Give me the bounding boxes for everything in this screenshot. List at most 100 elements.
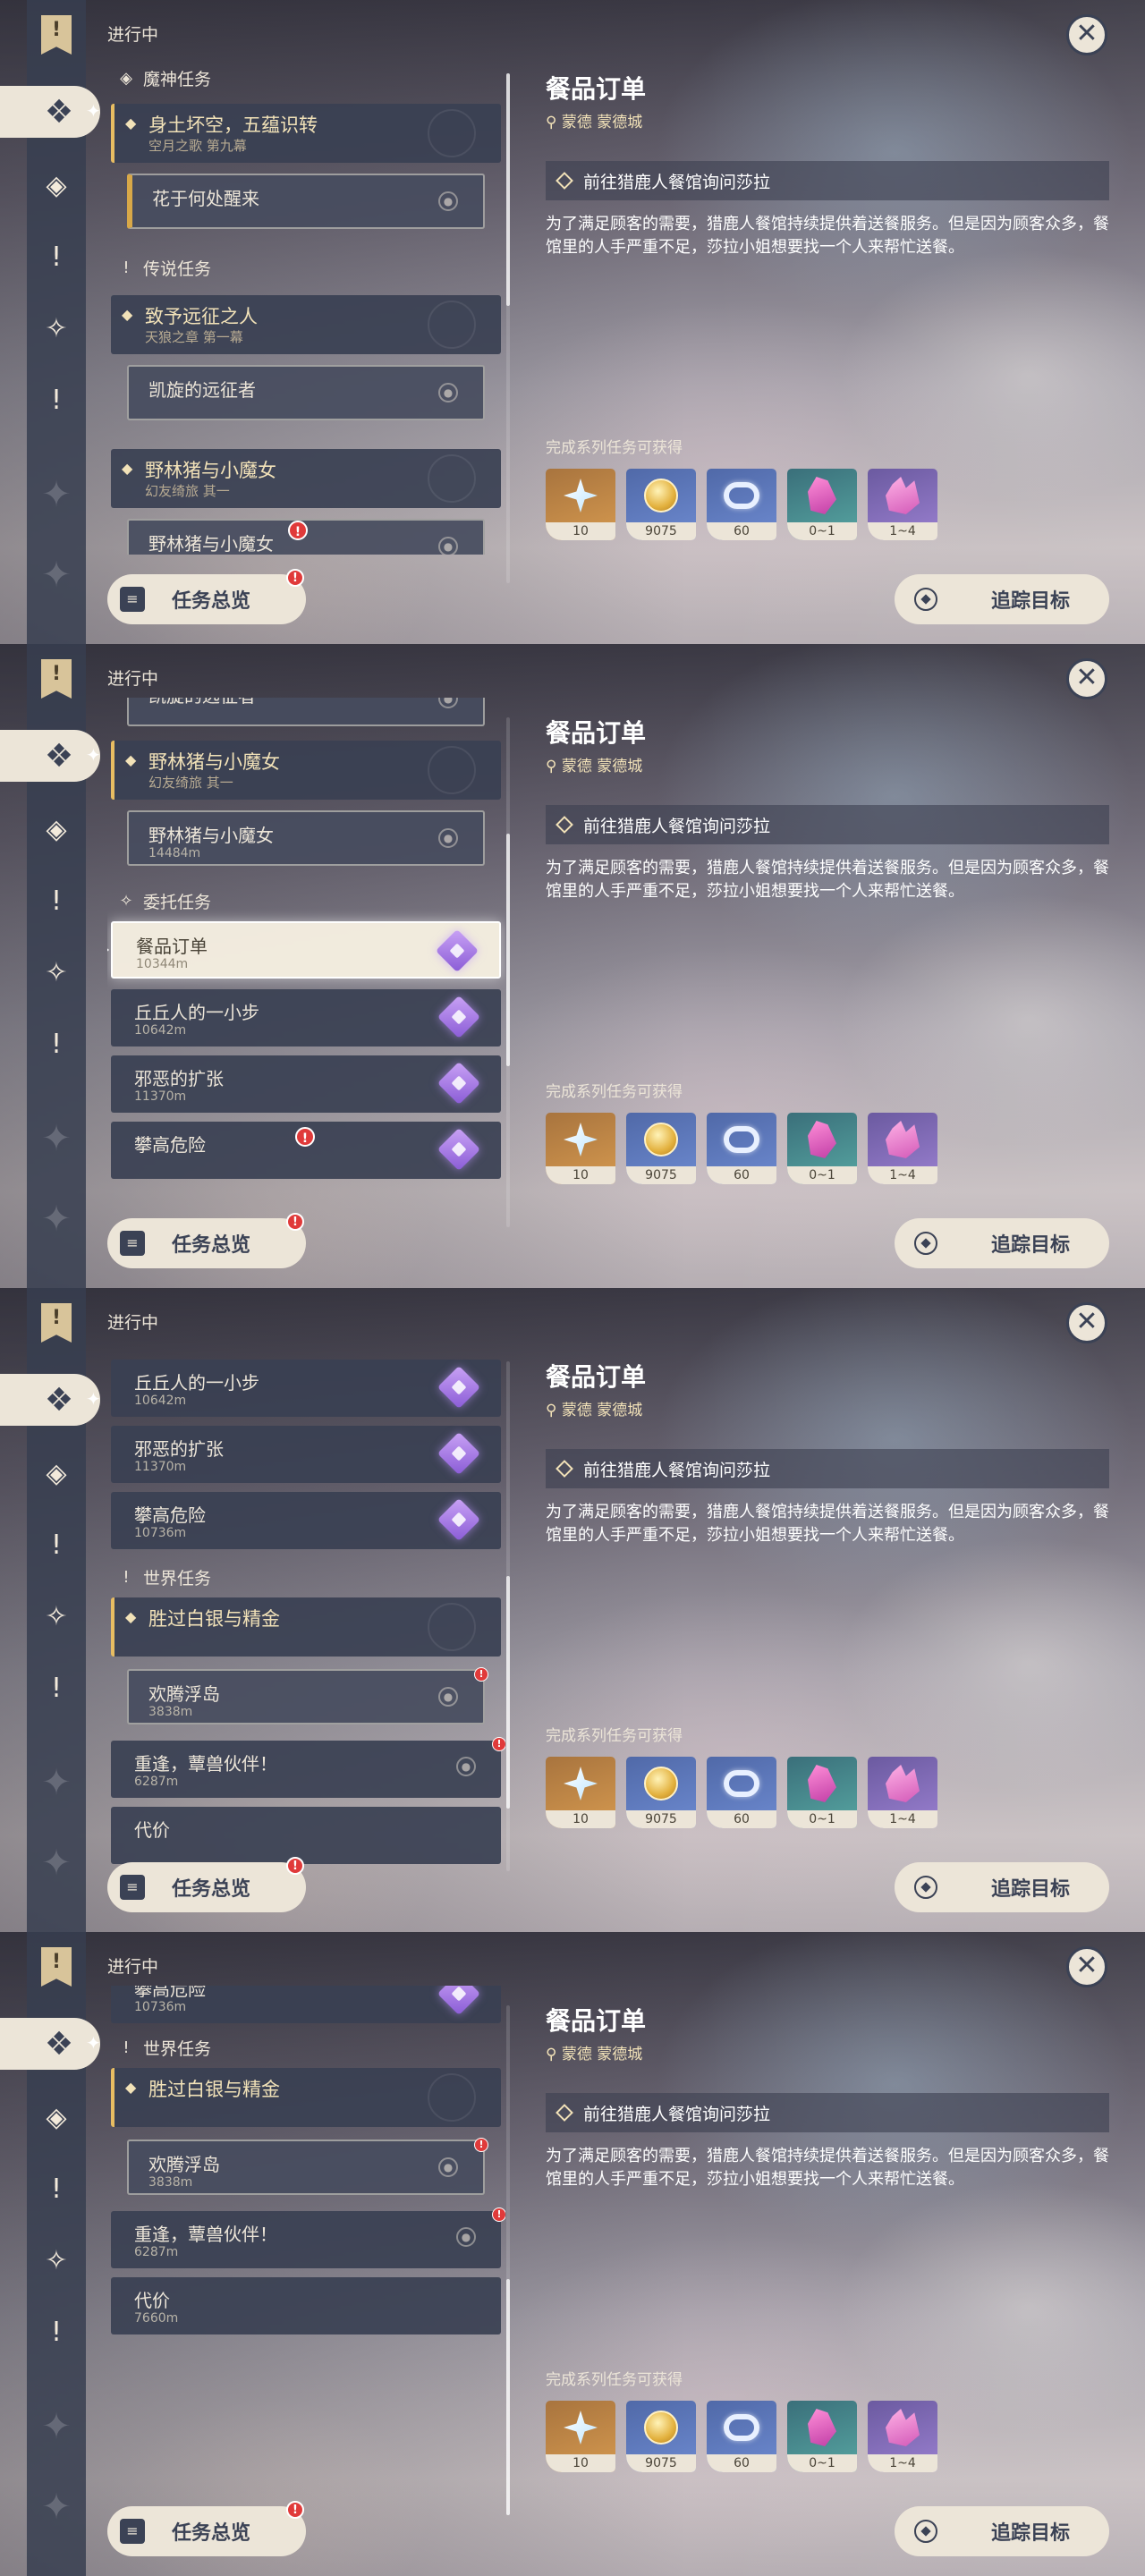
reward-mora[interactable]: 9075 (626, 2401, 696, 2472)
rail-tab-world[interactable]: ! (34, 2309, 79, 2354)
overview-icon: ≡ (120, 1875, 145, 1900)
reward-primogem[interactable]: 10 (546, 469, 615, 540)
quest-group[interactable]: ◆ 胜过白银与精金 (111, 1597, 501, 1657)
quest-item[interactable]: 代价 7660m (111, 2277, 501, 2334)
reward-crystal-cluster[interactable]: 1~4 (868, 469, 937, 540)
quest-group[interactable]: ◆ 致予远征之人 天狼之章 第一幕 (111, 295, 501, 354)
reward-crystal[interactable]: 0~1 (787, 2401, 857, 2472)
location-pin-icon[interactable]: ● (438, 828, 458, 848)
commission-item[interactable]: 攀高危险 ! (111, 1122, 501, 1179)
close-button[interactable]: ✕ (1066, 14, 1107, 55)
location-pin-icon[interactable]: ● (438, 1687, 458, 1707)
rail-tab-story[interactable]: ! (34, 234, 79, 279)
quest-flag-icon[interactable]: ! (34, 1301, 79, 1345)
commission-item[interactable]: 丘丘人的一小步 10642m (111, 1360, 501, 1417)
reward-primogem[interactable]: 10 (546, 1113, 615, 1184)
scroll-thumb[interactable] (506, 73, 510, 306)
quest-list[interactable]: 攀高危险 10736m ! 世界任务 ◆ 胜过白银与精金 欢腾浮岛 3838m ●… (107, 1986, 505, 2522)
reward-crystal-cluster[interactable]: 1~4 (868, 1113, 937, 1184)
location-pin-icon[interactable]: ● (438, 698, 458, 708)
reward-crystal-cluster[interactable]: 1~4 (868, 2401, 937, 2472)
rail-tab-archon[interactable]: ◈ (34, 2095, 79, 2140)
quest-flag-icon[interactable]: ! (34, 657, 79, 701)
quest-item[interactable]: 野林猪与小魔女 14484m ● (127, 810, 485, 866)
quest-group[interactable]: ◆ 胜过白银与精金 (111, 2068, 501, 2127)
quest-item[interactable]: 重逢，蕈兽伙伴！ 6287m ● ! (111, 1737, 505, 1798)
quest-overview-button[interactable]: ≡ 任务总览 ! (107, 569, 306, 624)
reward-crystal[interactable]: 0~1 (787, 469, 857, 540)
rail-tab-archon[interactable]: ◈ (34, 1451, 79, 1496)
location-pin-icon[interactable]: ● (456, 1757, 476, 1776)
commission-item[interactable]: 邪恶的扩张 11370m (111, 1055, 501, 1113)
location-pin-icon[interactable]: ● (438, 2157, 458, 2177)
reward-mora[interactable]: 9075 (626, 469, 696, 540)
rail-tab-story[interactable]: ! (34, 1522, 79, 1567)
rail-tab-world[interactable]: ! (34, 1021, 79, 1066)
rail-tab-world[interactable]: ! (34, 1665, 79, 1710)
scroll-thumb[interactable] (506, 1576, 510, 1809)
track-objective-button[interactable]: 追踪目标 (895, 2506, 1109, 2556)
close-button[interactable]: ✕ (1066, 1302, 1107, 1343)
quest-item[interactable]: 野林猪与小魔女 ● ! (127, 519, 485, 555)
rail-tab-world[interactable]: ! (34, 377, 79, 422)
close-button[interactable]: ✕ (1066, 1946, 1107, 1987)
scrollbar[interactable] (506, 1361, 510, 1871)
rail-tab-story[interactable]: ! (34, 2166, 79, 2211)
quest-overview-button[interactable]: ≡ 任务总览 ! (107, 2501, 306, 2556)
reward-exp[interactable]: 60 (707, 1113, 776, 1184)
quest-list[interactable]: 丘丘人的一小步 10642m 邪恶的扩张 11370m 攀高危险 10736m … (107, 1342, 505, 1878)
location-pin-icon[interactable]: ● (438, 537, 458, 555)
scrollbar[interactable] (506, 717, 510, 1227)
quest-flag-icon[interactable]: ! (34, 1945, 79, 1989)
quest-overview-button[interactable]: ≡ 任务总览 ! (107, 1857, 306, 1912)
location-pin-icon[interactable]: ● (438, 191, 458, 211)
commission-item[interactable]: 邪恶的扩张 11370m (111, 1426, 501, 1483)
rail-tab-commission[interactable]: ✧ (34, 2238, 79, 2283)
quest-group[interactable]: ◆ 身土坏空，五蕴识转 空月之歌 第九幕 (111, 104, 501, 163)
scrollbar[interactable] (506, 73, 510, 583)
commission-item-selected[interactable]: 餐品订单 10344m (107, 921, 501, 979)
reward-exp[interactable]: 60 (707, 1757, 776, 1828)
quest-list[interactable]: ◈ 魔神任务 ◆ 身土坏空，五蕴识转 空月之歌 第九幕 花于何处醒来 ● ! 传说任… (107, 54, 505, 555)
location-pin-icon[interactable]: ● (438, 383, 458, 402)
quest-item[interactable]: 欢腾浮岛 3838m ● ! (127, 2138, 488, 2195)
track-objective-button[interactable]: 追踪目标 (895, 1862, 1109, 1912)
location-pin-icon[interactable]: ● (456, 2227, 476, 2247)
rail-tab-commission[interactable]: ✧ (34, 950, 79, 995)
quest-list[interactable]: 凯旋的远征者 ● ◆ 野林猪与小魔女 幻友绮旅 其一 野林猪与小魔女 14484… (107, 698, 505, 1234)
commission-item[interactable]: 丘丘人的一小步 10642m (111, 989, 501, 1046)
quest-group[interactable]: ◆ 野林猪与小魔女 幻友绮旅 其一 (111, 741, 501, 800)
reward-exp[interactable]: 60 (707, 469, 776, 540)
close-button[interactable]: ✕ (1066, 658, 1107, 699)
track-objective-button[interactable]: 追踪目标 (895, 574, 1109, 624)
reward-mora[interactable]: 9075 (626, 1113, 696, 1184)
scroll-thumb[interactable] (506, 2279, 510, 2515)
scrollbar[interactable] (506, 2005, 510, 2515)
quest-item[interactable]: 重逢，蕈兽伙伴！ 6287m ● ! (111, 2207, 505, 2268)
quest-item[interactable]: 凯旋的远征者 ● (127, 698, 485, 726)
rail-tab-archon[interactable]: ◈ (34, 807, 79, 852)
track-objective-button[interactable]: 追踪目标 (895, 1218, 1109, 1268)
quest-flag-icon[interactable]: ! (34, 13, 79, 57)
rail-tab-archon[interactable]: ◈ (34, 163, 79, 208)
quest-item[interactable]: 凯旋的远征者 ● (127, 365, 485, 420)
emblem-icon (428, 109, 476, 157)
quest-item[interactable]: 代价 (111, 1807, 501, 1864)
scroll-thumb[interactable] (506, 834, 510, 1066)
reward-crystal[interactable]: 0~1 (787, 1757, 857, 1828)
quest-group[interactable]: ◆ 野林猪与小魔女 幻友绮旅 其一 (111, 449, 501, 508)
rail-tab-story[interactable]: ! (34, 878, 79, 923)
reward-primogem[interactable]: 10 (546, 2401, 615, 2472)
commission-item[interactable]: 攀高危险 10736m (111, 1492, 501, 1549)
quest-item[interactable]: 欢腾浮岛 3838m ● ! (127, 1667, 488, 1724)
reward-mora[interactable]: 9075 (626, 1757, 696, 1828)
commission-item[interactable]: 攀高危险 10736m (111, 1986, 501, 2023)
reward-crystal[interactable]: 0~1 (787, 1113, 857, 1184)
rail-tab-commission[interactable]: ✧ (34, 306, 79, 351)
quest-overview-button[interactable]: ≡ 任务总览 ! (107, 1213, 306, 1268)
quest-item[interactable]: 花于何处醒来 ● (127, 174, 485, 229)
rail-tab-commission[interactable]: ✧ (34, 1594, 79, 1639)
reward-primogem[interactable]: 10 (546, 1757, 615, 1828)
reward-crystal-cluster[interactable]: 1~4 (868, 1757, 937, 1828)
reward-exp[interactable]: 60 (707, 2401, 776, 2472)
